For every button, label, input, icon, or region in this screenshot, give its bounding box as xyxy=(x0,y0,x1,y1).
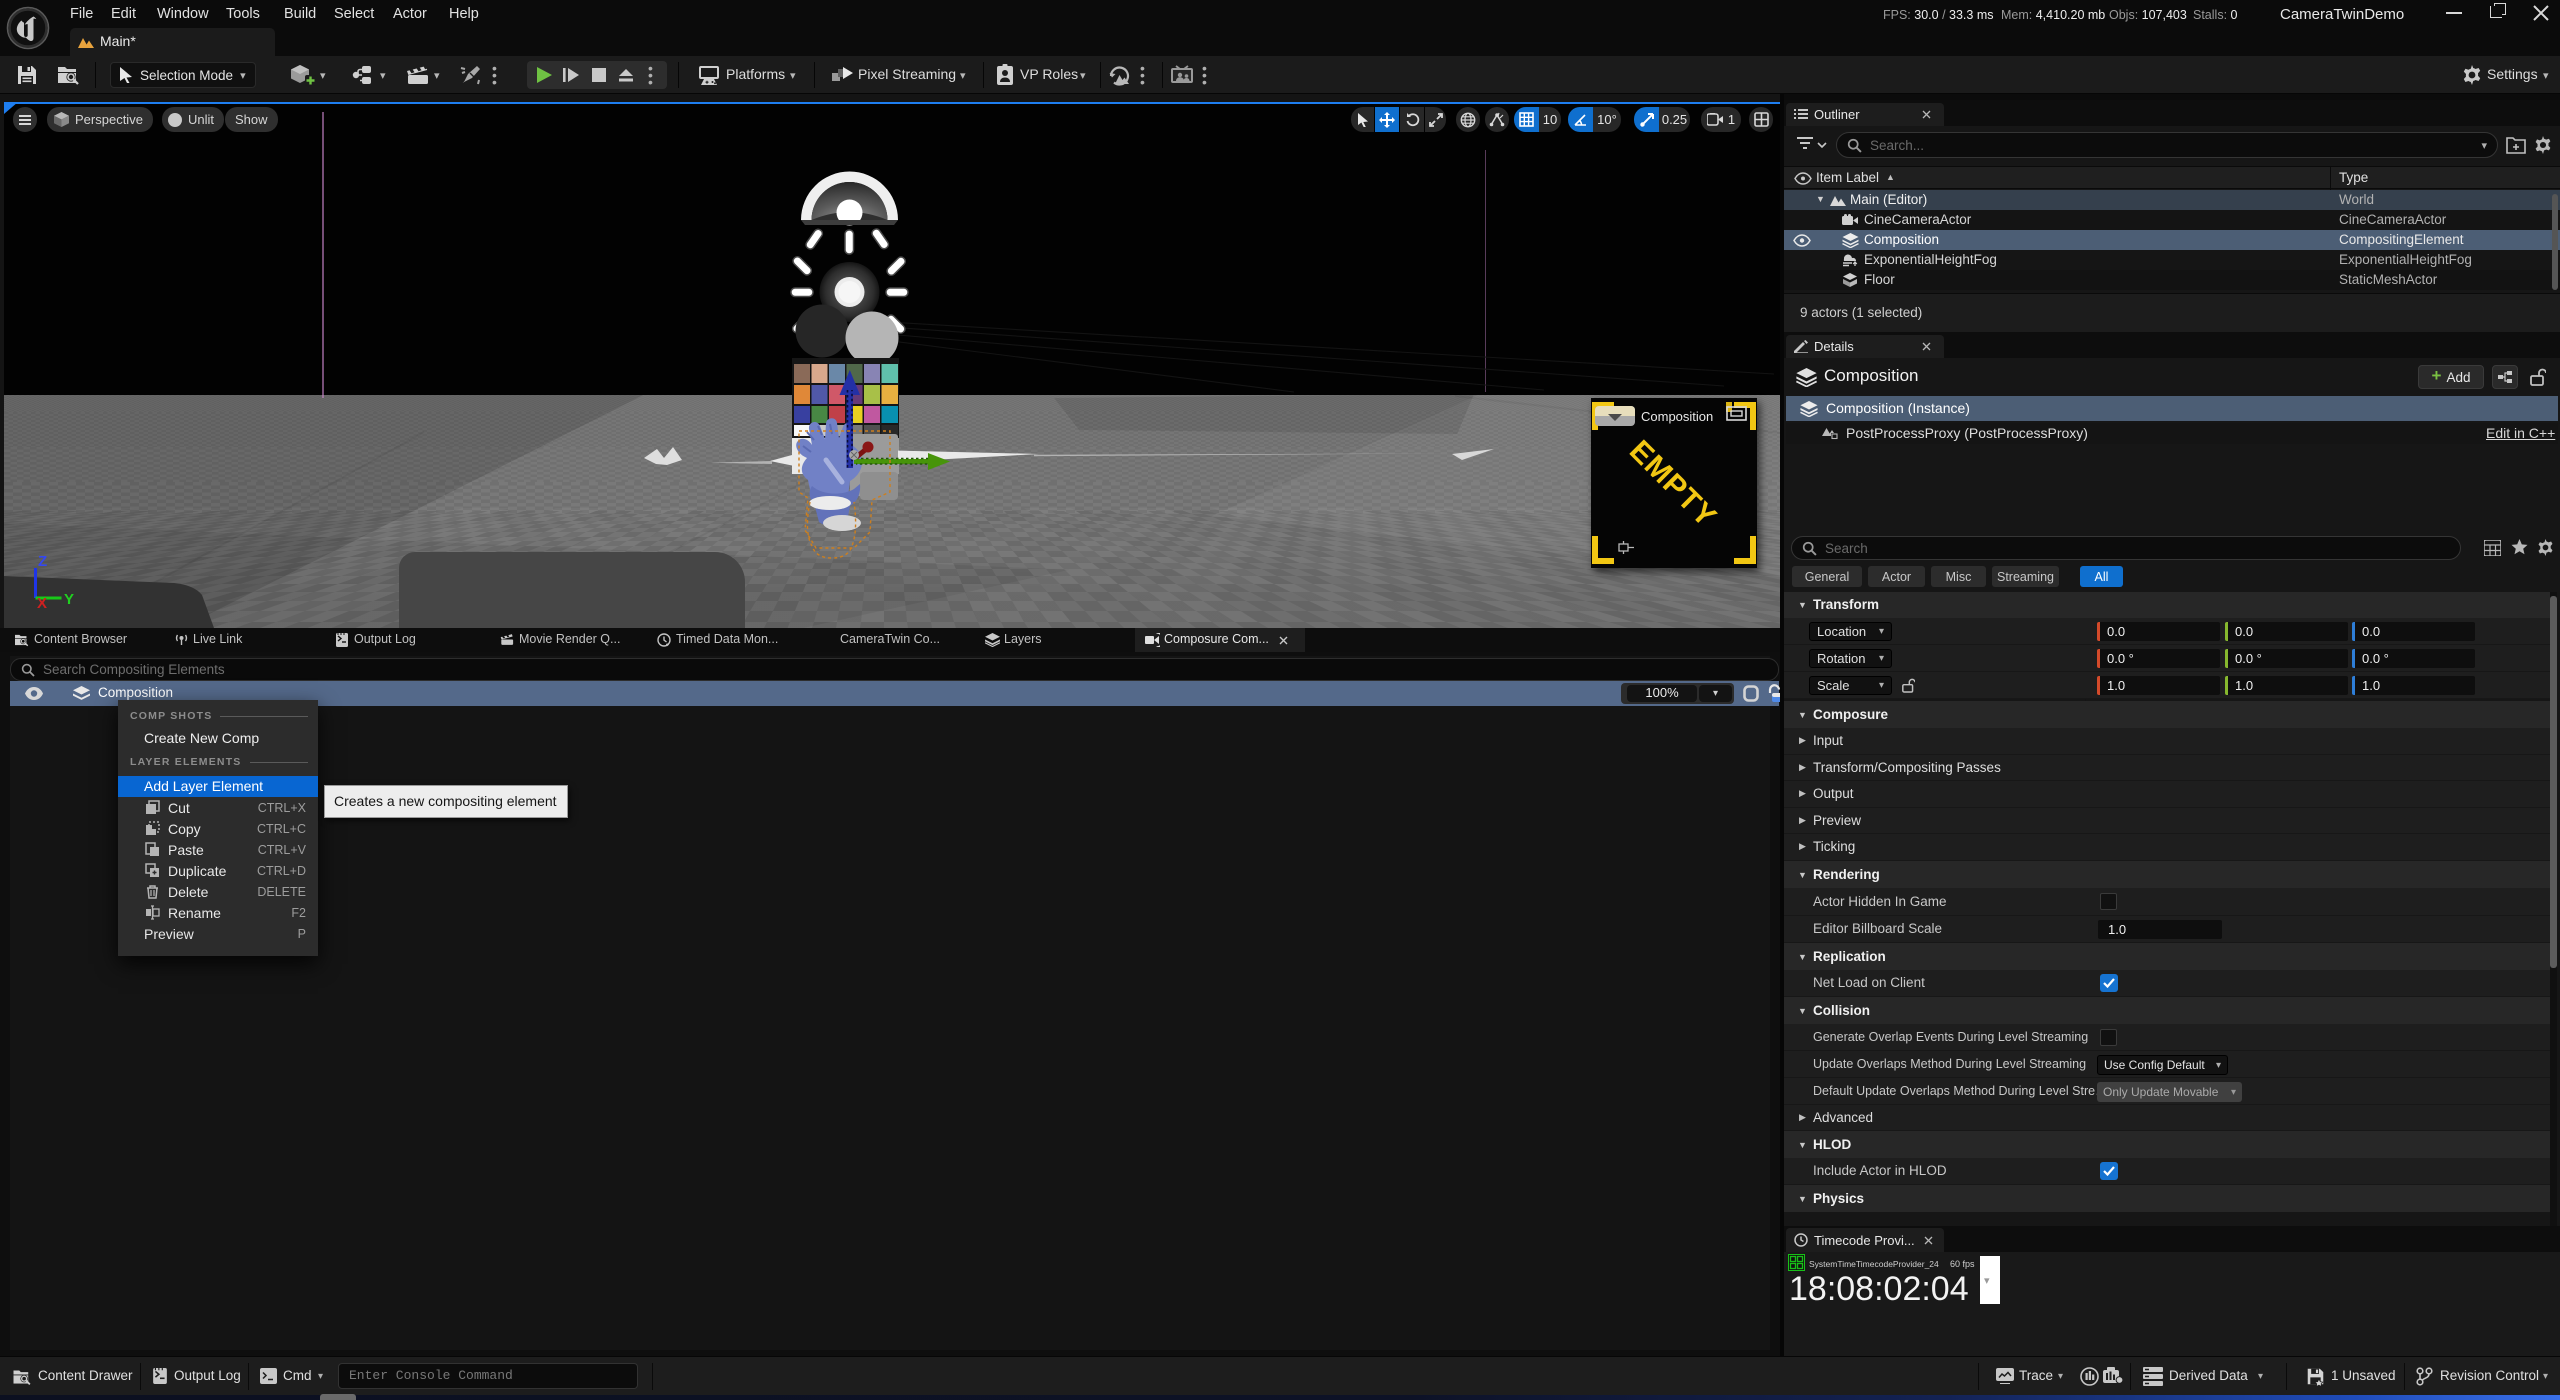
svg-text:Y: Y xyxy=(64,591,74,608)
svg-text:EMPTY: EMPTY xyxy=(1623,434,1723,534)
svg-text:X: X xyxy=(37,595,47,612)
svg-text:Z: Z xyxy=(38,553,47,570)
svg-text:Composition: Composition xyxy=(1641,409,1713,424)
